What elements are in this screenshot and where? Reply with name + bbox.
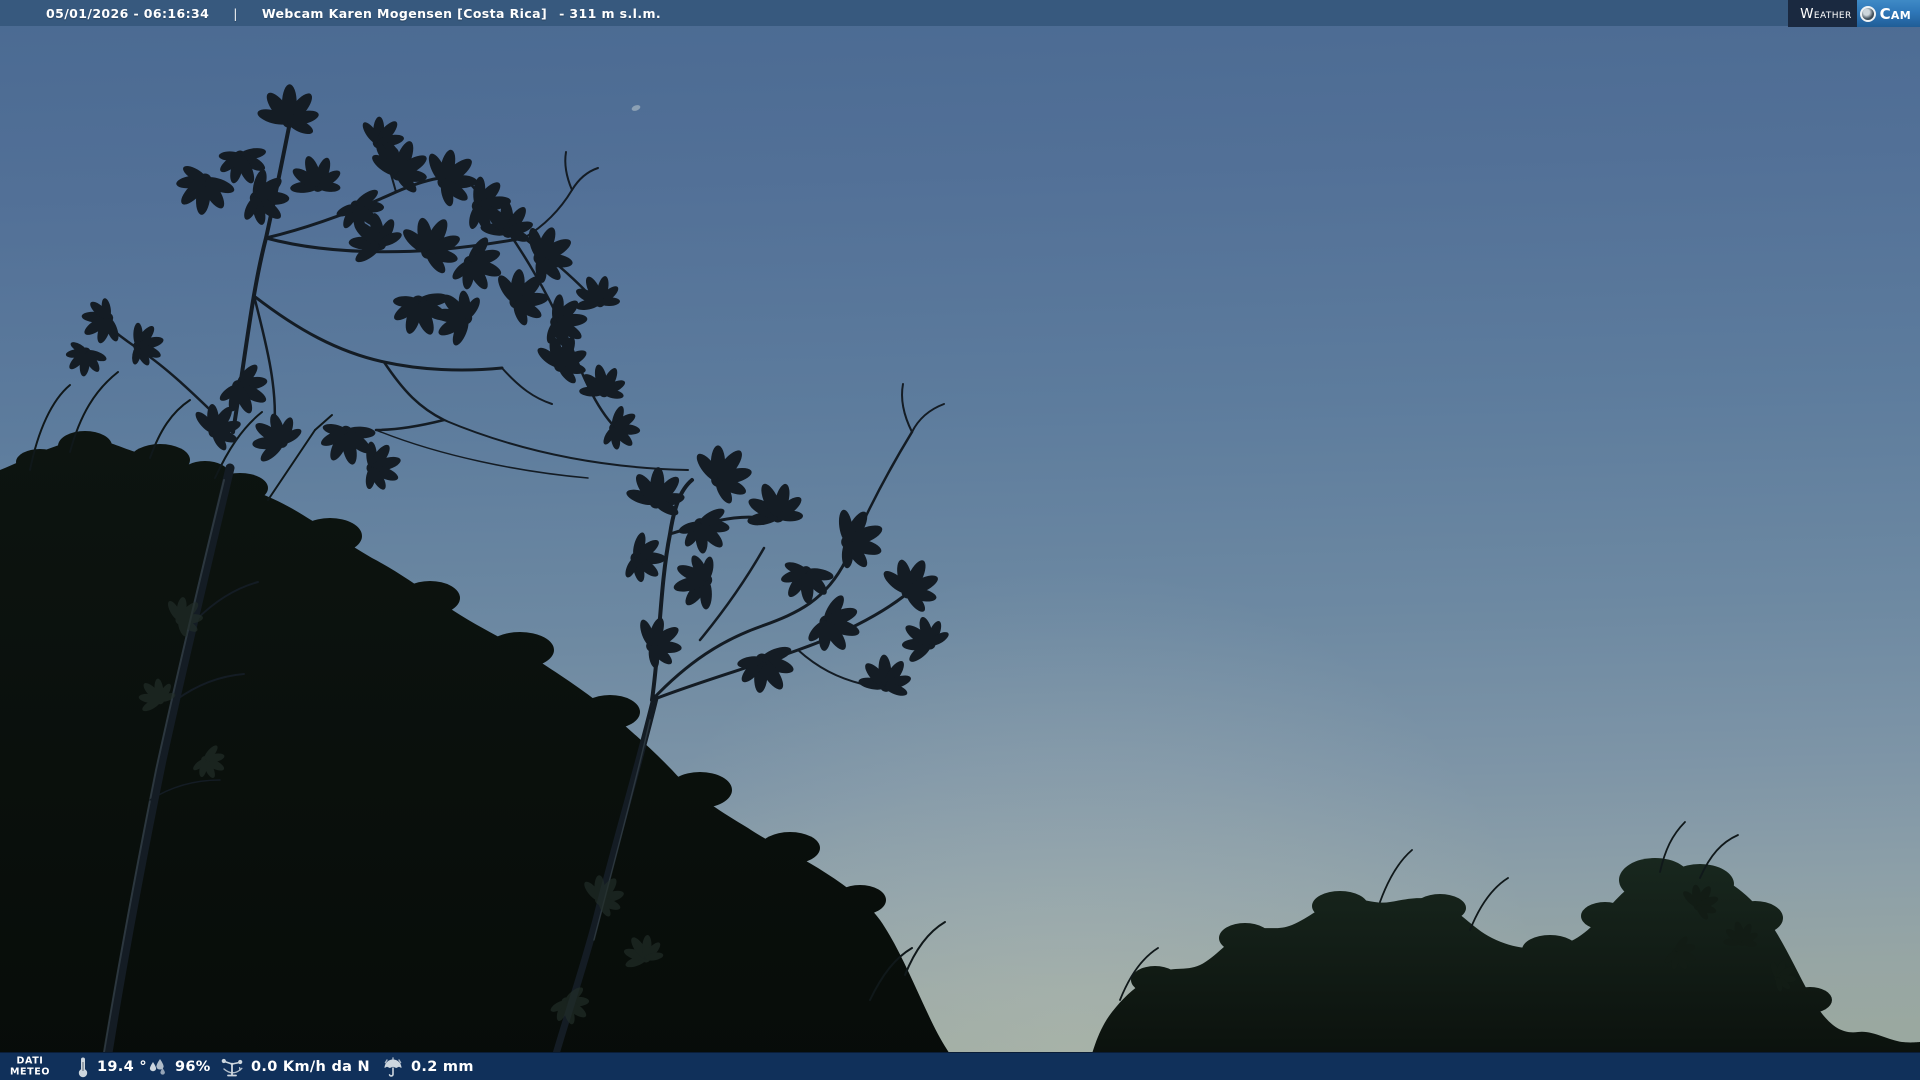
logo-weather-text: Weather [1800, 6, 1852, 22]
webcam-photo [0, 0, 1920, 1080]
humidity-item: 96% [146, 1053, 211, 1080]
dati-meteo-line1: DATI [10, 1055, 50, 1066]
temperature-item: 19.4 ° [76, 1053, 147, 1080]
webcam-viewer: 05/01/2026 - 06:16:34 | Webcam Karen Mog… [0, 0, 1920, 1080]
weathercam-logo[interactable]: Weather Cam [1788, 0, 1920, 27]
bottom-bar: DATI METEO 19.4 ° 96% [0, 1052, 1920, 1080]
logo-cam-text: Cam [1880, 5, 1911, 23]
altitude-label: - 311 m s.l.m. [559, 6, 661, 21]
timestamp: 05/01/2026 - 06:16:34 [46, 6, 209, 21]
rain-item: 0.2 mm [382, 1053, 474, 1080]
humidity-drops-icon [146, 1056, 168, 1078]
umbrella-rain-icon [382, 1056, 404, 1078]
top-bar: 05/01/2026 - 06:16:34 | Webcam Karen Mog… [0, 0, 1920, 26]
dati-meteo-line2: METEO [10, 1067, 50, 1078]
humidity-value: 96% [175, 1059, 211, 1075]
wind-item: 0.0 Km/h da N [220, 1053, 370, 1080]
dati-meteo-label: DATI METEO [10, 1055, 50, 1078]
separator: | [233, 6, 238, 21]
temperature-value: 19.4 ° [97, 1059, 147, 1075]
logo-cam-box: Cam [1857, 0, 1920, 27]
rain-value: 0.2 mm [411, 1059, 474, 1075]
camera-lens-icon [1860, 6, 1876, 22]
anemometer-icon [220, 1056, 244, 1078]
webcam-title: Webcam Karen Mogensen [Costa Rica] [262, 6, 547, 21]
thermometer-icon [76, 1056, 90, 1078]
wind-value: 0.0 Km/h da N [251, 1059, 370, 1075]
